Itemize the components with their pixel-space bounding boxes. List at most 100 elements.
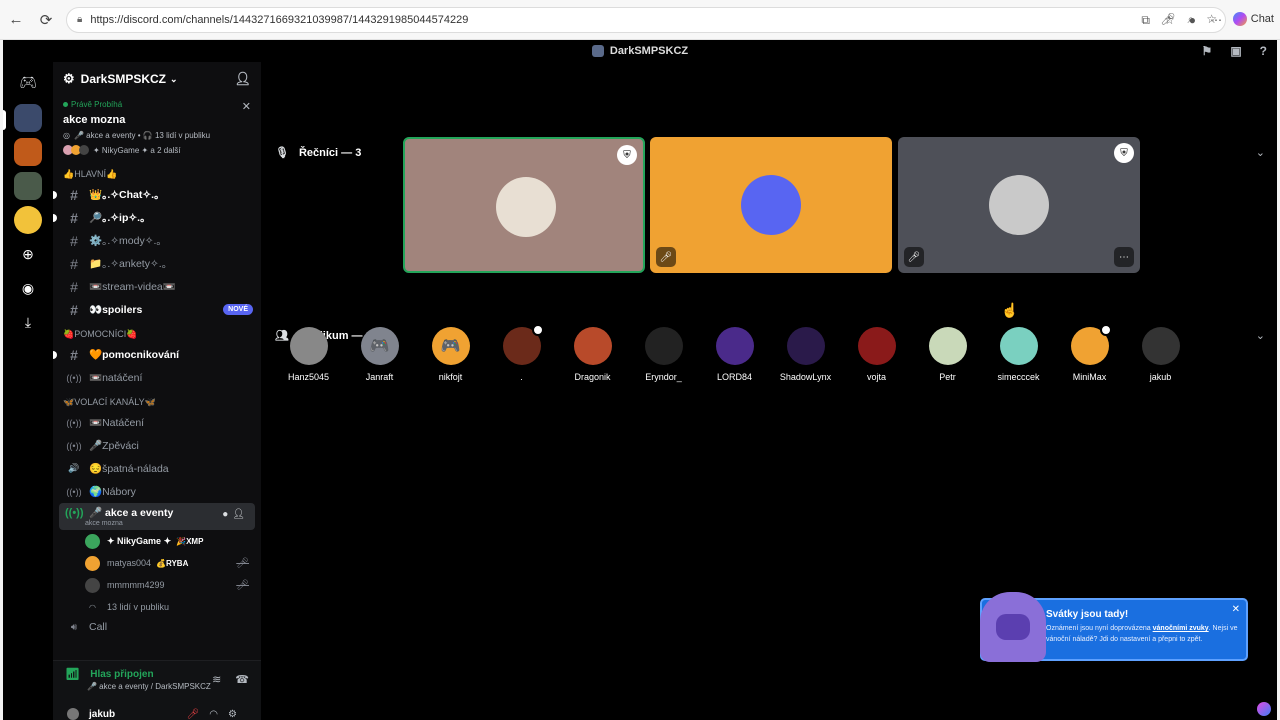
audience-member[interactable]: Dragonik <box>557 327 628 382</box>
channel-item[interactable]: # 🔎｡.✧ip✧.｡ <box>53 206 261 229</box>
chevron-down-icon[interactable]: ⌄ <box>1256 329 1265 342</box>
help-icon[interactable]: ? <box>1260 44 1267 58</box>
mic-muted-icon[interactable]: 🎤︎ <box>187 709 210 720</box>
profile-icon[interactable]: ● <box>1189 13 1196 28</box>
speakers-label: Řečníci — 3 <box>298 146 362 159</box>
chevron-down-icon: ⌄ <box>170 73 178 84</box>
invite-icon[interactable]: 👤︎ <box>232 509 249 520</box>
audience-member[interactable]: LORD84 <box>699 327 770 382</box>
audience-member[interactable]: . <box>486 324 557 382</box>
copilot-corner-icon[interactable] <box>1257 702 1271 716</box>
channel-name: 👀spoilers <box>89 304 143 316</box>
audience-member[interactable]: jakub <box>1125 327 1196 382</box>
avatar <box>999 327 1038 365</box>
toast-link[interactable]: vánočními zvuky <box>1153 625 1209 632</box>
channel-item[interactable]: # 👑｡.✧Chat✧.｡ <box>53 183 261 206</box>
channel-category[interactable]: 🦋VOLACÍ KANÁLY🦋 <box>53 393 261 411</box>
headphones-icon[interactable]: ◠ <box>209 709 228 720</box>
channel-akce-a-eventy[interactable]: ((•)) 🎤 akce a eventy akce mozna ●👤︎ <box>59 503 255 530</box>
unread-indicator <box>53 213 57 222</box>
voice-user[interactable]: matyas004 💰RYBA 🎤︎ <box>53 552 261 574</box>
server-icon-2[interactable] <box>14 138 42 166</box>
voice-user[interactable]: mmmmm4299 🎤︎ <box>53 574 261 596</box>
address-bar[interactable]: 🔒︎ https://discord.com/channels/14432716… <box>66 6 1226 33</box>
speakers-section-header[interactable]: 🎙︎ Řečníci — 3 <box>275 146 362 160</box>
channel-call[interactable]: 🔊︎ Call <box>53 618 261 636</box>
channel-item[interactable]: # 👀spoilers NOVÉ <box>53 298 261 321</box>
text-channel-icon: # <box>70 232 78 249</box>
voice-user[interactable]: ✦ NikyGame ✦ 🎉XMP <box>53 530 261 552</box>
channel-item[interactable]: # ⚙️｡.✧mody✧.｡ <box>53 229 261 252</box>
settings-gear-icon[interactable]: ⚙ <box>228 709 247 720</box>
moderator-badge-icon <box>531 324 544 336</box>
events-flag-icon[interactable]: ⚑ <box>1202 44 1213 58</box>
copilot-chat-label: Chat <box>1250 13 1274 25</box>
avatar: 🎮 <box>431 327 470 365</box>
audience-member[interactable]: Hanz5045 <box>273 327 344 382</box>
close-icon[interactable]: ✕ <box>242 100 251 113</box>
channel-item[interactable]: # 🧡pomocnikování <box>53 343 261 366</box>
audience-name: simecccek <box>997 372 1040 382</box>
avatar[interactable] <box>67 708 79 720</box>
audience-member[interactable]: ShadowLynx <box>770 327 841 382</box>
user-tag: 🎉XMP <box>176 536 204 546</box>
copilot-chat-button[interactable]: Chat <box>1232 12 1274 26</box>
channel-item[interactable]: # 📁｡.✧ankety✧.｡ <box>53 252 261 275</box>
avatar <box>857 327 896 365</box>
signal-icon[interactable]: 📶︎ <box>65 667 80 681</box>
back-icon[interactable]: ← <box>2 6 30 34</box>
site-info-icon[interactable]: 🔒︎ <box>77 14 82 25</box>
chevron-down-icon[interactable]: ⌄ <box>1256 146 1265 159</box>
window-title: DarkSMPSKCZ <box>609 45 689 57</box>
add-server-icon[interactable]: ⊕ <box>14 240 42 268</box>
chat-bubble-icon[interactable]: ● <box>222 509 232 520</box>
voice-user[interactable]: ◠ 13 lidí v publiku <box>53 596 261 618</box>
audience-member[interactable]: 🎮 nikfojt <box>415 327 486 382</box>
audience-member[interactable]: 🎮 Janraft <box>344 327 415 382</box>
close-icon[interactable]: ✕ <box>1232 604 1240 615</box>
channel-name: 📼stream-videa📼 <box>89 281 176 293</box>
audience-member[interactable]: vojta <box>841 327 912 382</box>
audience-member[interactable]: Petr <box>912 327 983 382</box>
speaker-tile[interactable]: ⛨ <box>403 137 645 273</box>
channel-item[interactable]: ((•)) 🎤Zpěváci <box>53 434 261 457</box>
voice-channel-icon: ((•)) <box>66 486 82 497</box>
voice-status[interactable]: Hlas připojen <box>90 669 153 680</box>
audience-member[interactable]: MiniMax <box>1054 324 1125 382</box>
channel-item[interactable]: ((•)) 📼Natáčení <box>53 411 261 434</box>
headphones-icon: ◠ <box>89 602 96 612</box>
noise-suppression-icon[interactable]: ≋ <box>212 673 221 686</box>
channel-category[interactable]: 👍HLAVNÍ👍 <box>53 165 261 183</box>
audience-name: ShadowLynx <box>779 372 832 382</box>
server-icon-4[interactable] <box>14 206 42 234</box>
channel-item[interactable]: 🔊 😔špatná-nálada <box>53 457 261 480</box>
server-darksmp-icon[interactable] <box>14 104 42 132</box>
discover-icon[interactable]: ◉ <box>14 274 42 302</box>
more-menu-icon[interactable]: ⋯ <box>1210 13 1222 28</box>
inbox-icon[interactable]: ▣ <box>1230 44 1241 58</box>
favorites-icon[interactable]: ☆ <box>1164 13 1175 28</box>
speaker-tile[interactable]: ⛨ 🎤︎ ⋯ <box>898 137 1140 273</box>
speaker-tile[interactable]: 🎤︎ <box>650 137 892 273</box>
audience-member[interactable]: Eryndor_ <box>628 327 699 382</box>
audience-member[interactable]: simecccek <box>983 327 1054 382</box>
channel-item[interactable]: ((•)) 🌍Nábory <box>53 480 261 503</box>
invite-people-icon[interactable]: 👤︎ <box>234 71 251 87</box>
server-header[interactable]: ⚙ DarkSMPSKCZ ⌄ 👤︎ <box>53 62 261 96</box>
channel-item[interactable]: ((•)) 📼natáčení <box>53 366 261 389</box>
event-attendees-text: ✦ NikyGame ✦ a 2 další <box>93 145 181 155</box>
channel-item[interactable]: # 📼stream-videa📼 <box>53 275 261 298</box>
extensions-icon[interactable]: ⧉ <box>1141 13 1150 28</box>
holiday-notification[interactable]: Svátky jsou tady! Oznámení jsou nyní dop… <box>980 592 1248 662</box>
channel-category[interactable]: 🍓POMOCNÍCI🍓 <box>53 325 261 343</box>
more-options-icon[interactable]: ⋯ <box>1114 247 1134 267</box>
live-dot-icon <box>63 102 68 107</box>
live-event-card[interactable]: Právě Probíhá akce mozna ◎ 🎤 akce a even… <box>53 96 261 161</box>
disconnect-icon[interactable]: ☎ <box>235 673 249 686</box>
discord-home-icon[interactable]: 🎮︎ <box>14 68 42 96</box>
server-icon-3[interactable] <box>14 172 42 200</box>
refresh-icon[interactable]: ⟳ <box>32 6 60 34</box>
download-icon[interactable]: ⤓ <box>14 308 42 336</box>
avatar <box>786 327 825 365</box>
username[interactable]: jakub <box>89 709 115 720</box>
